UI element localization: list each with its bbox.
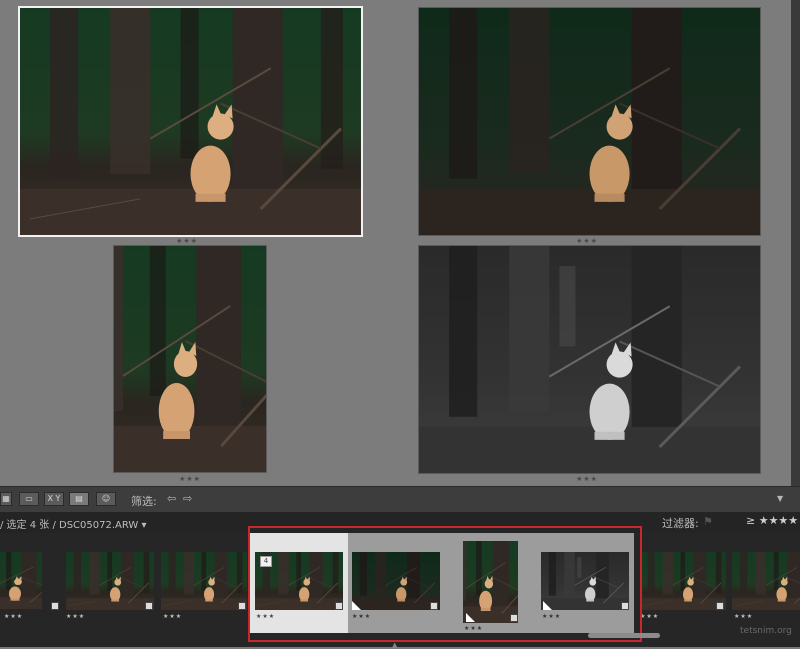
loupe-icon: ▭ — [25, 494, 33, 503]
survey-icon: ▤ — [75, 494, 83, 503]
edit-badge-icon — [145, 602, 153, 610]
toolbar: ▦ ▭ X Y ▤ ☺ 筛选: ⇦ ⇨ ▼ — [0, 486, 800, 513]
filter-label: 筛选: — [131, 495, 157, 508]
filmstrip-thumb[interactable] — [0, 552, 42, 609]
filmstrip-thumb[interactable] — [732, 552, 800, 610]
survey-photo-1-rating[interactable]: ★★★ — [167, 237, 207, 245]
survey-view: ★★★ ★★★ ★★★ ★★★ — [0, 0, 800, 486]
watermark-text: tetsnim.org — [740, 626, 792, 636]
thumb-rating: ★★★ — [734, 613, 754, 620]
thumb-rating: ★★★ — [640, 613, 660, 620]
survey-photo-4[interactable] — [419, 246, 760, 473]
rating-filter-stars-icon[interactable]: ≥ ★★★★ — [746, 514, 798, 527]
loupe-view-button[interactable]: ▭ — [19, 492, 39, 506]
grid-view-button[interactable]: ▦ — [0, 492, 12, 506]
thumb-rating: ★★★ — [163, 613, 183, 620]
survey-photo-3[interactable] — [114, 246, 266, 472]
filmstrip-scrollbar[interactable] — [588, 633, 660, 638]
compare-view-button[interactable]: X Y — [44, 492, 64, 506]
flag-icon[interactable]: ⚑ — [703, 515, 713, 528]
filmstrip-thumb[interactable] — [66, 552, 154, 610]
survey-photo-2-rating[interactable]: ★★★ — [567, 237, 607, 245]
filmstrip-thumb[interactable] — [640, 552, 726, 610]
survey-photo-1[interactable] — [20, 8, 361, 235]
filmstrip-thumb[interactable] — [161, 552, 247, 610]
filmstrip-filter-label: 过滤器: — [662, 517, 699, 530]
filmstrip-cell[interactable]: ★★★ — [636, 533, 728, 633]
edit-badge-icon — [716, 602, 724, 610]
filmstrip-cell[interactable]: ★★★ — [730, 533, 800, 633]
thumb-rating: ★★★ — [66, 613, 86, 620]
compare-label: X Y — [47, 494, 61, 503]
filmstrip-cell[interactable]: ★★★ — [62, 533, 157, 633]
thumb-rating: ★★★ — [4, 613, 24, 620]
toolbar-menu-chevron-icon[interactable]: ▼ — [777, 494, 783, 503]
arrow-right-icon[interactable]: ⇨ — [183, 492, 192, 505]
collapse-arrow-icon[interactable]: ▲ — [392, 641, 397, 649]
right-panel-edge — [791, 0, 800, 486]
filmstrip-breadcrumb[interactable]: / 选定 4 张 / DSC05072.ARW ▾ — [0, 516, 146, 531]
edit-badge-icon — [238, 602, 246, 610]
edit-badge-icon — [51, 602, 59, 610]
filmstrip-cell[interactable]: ★★★ — [0, 533, 60, 633]
grid-icon: ▦ — [2, 494, 10, 503]
filmstrip-cell[interactable]: ★★★ — [159, 533, 249, 633]
survey-photo-3-rating[interactable]: ★★★ — [170, 475, 210, 483]
people-icon: ☺ — [101, 494, 111, 503]
survey-photo-4-rating[interactable]: ★★★ — [567, 475, 607, 483]
arrow-left-icon[interactable]: ⇦ — [167, 492, 176, 505]
selection-highlight-box — [248, 526, 642, 642]
survey-photo-2[interactable] — [419, 8, 760, 235]
survey-view-button[interactable]: ▤ — [69, 492, 89, 506]
people-view-button[interactable]: ☺ — [96, 492, 116, 506]
